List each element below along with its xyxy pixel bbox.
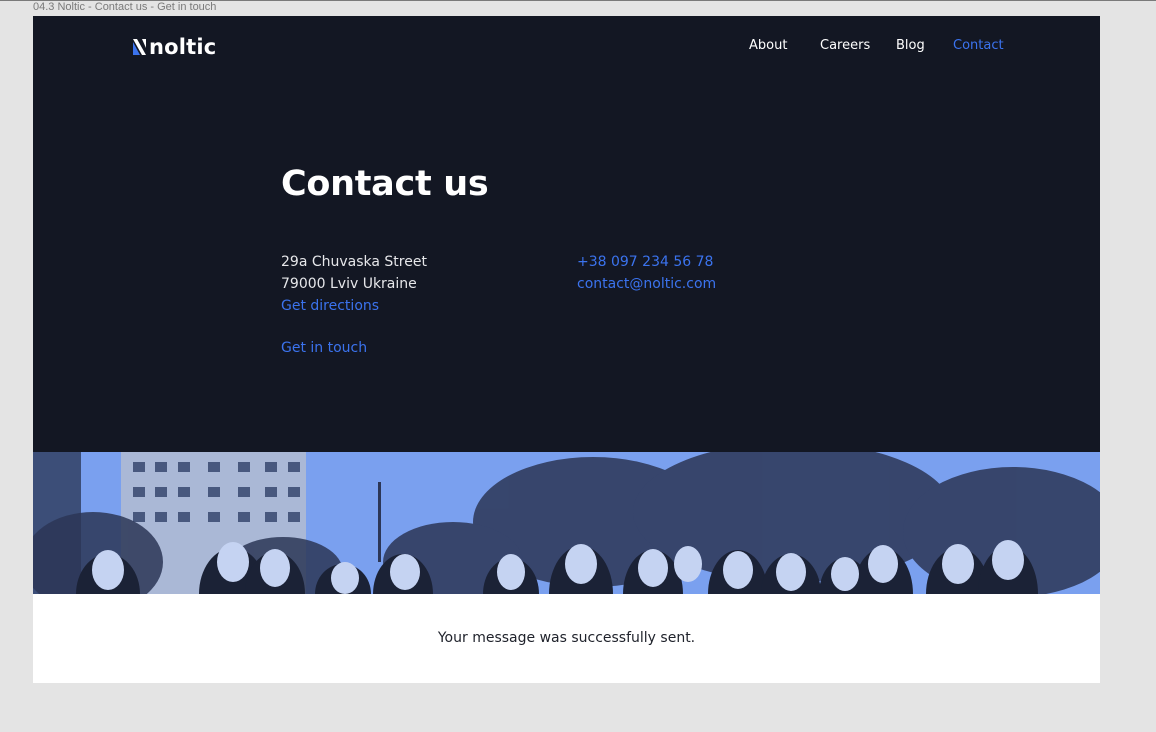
- address-city: 79000 Lviv Ukraine: [281, 276, 417, 292]
- nav-item-blog[interactable]: Blog: [896, 38, 925, 53]
- address-street: 29a Chuvaska Street: [281, 254, 427, 270]
- success-message: Your message was successfully sent.: [437, 630, 696, 646]
- address-block: 29a Chuvaska Street 79000 Lviv Ukraine G…: [281, 251, 427, 317]
- artboard: noltic About Careers Blog Contact Contac…: [33, 16, 1100, 683]
- get-directions-link[interactable]: Get directions: [281, 295, 427, 317]
- hero-section: noltic About Careers Blog Contact Contac…: [33, 16, 1100, 452]
- team-photo-image: [33, 452, 1100, 594]
- status-panel: Your message was successfully sent.: [33, 594, 1100, 683]
- artboard-label: 04.3 Noltic - Contact us - Get in touch: [33, 1, 217, 13]
- nav-item-about[interactable]: About: [749, 38, 787, 53]
- team-photo: [33, 452, 1100, 594]
- main-nav: About Careers Blog Contact: [33, 38, 1100, 56]
- nav-item-careers[interactable]: Careers: [820, 38, 870, 53]
- get-in-touch-link[interactable]: Get in touch: [281, 340, 367, 356]
- nav-item-contact[interactable]: Contact: [953, 38, 1004, 53]
- contact-block: +38 097 234 56 78 contact@noltic.com: [577, 251, 716, 295]
- email-link[interactable]: contact@noltic.com: [577, 273, 716, 295]
- phone-link[interactable]: +38 097 234 56 78: [577, 251, 716, 273]
- page-title: Contact us: [281, 164, 489, 204]
